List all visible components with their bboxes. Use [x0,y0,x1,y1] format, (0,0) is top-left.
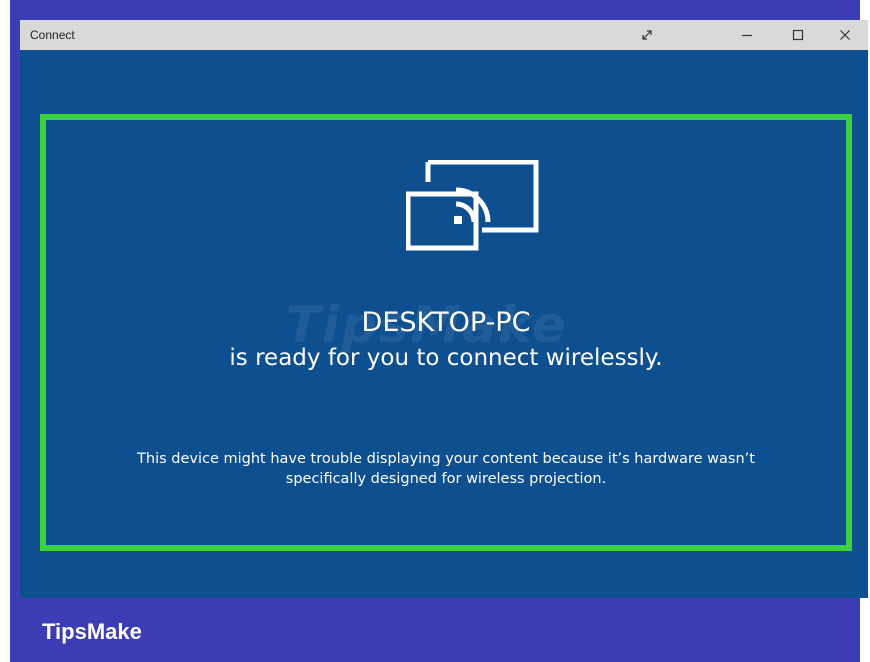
close-icon [840,30,850,40]
expand-button[interactable] [624,20,670,50]
maximize-button[interactable] [775,20,821,50]
maximize-icon [792,29,804,41]
status-message: is ready for you to connect wirelessly. [229,345,663,371]
window-title: Connect [30,28,75,42]
warning-line-1: This device might have trouble displayin… [137,451,755,467]
title-bar[interactable]: Connect [20,20,868,50]
highlight-frame: TipsMake DESKTOP-PC is ready for you to … [40,114,852,551]
warning-line-2: specifically designed for wireless proje… [285,471,607,487]
expand-icon [642,30,652,40]
hardware-warning: This device might have trouble displayin… [86,449,806,489]
brand-logo: TipsMake [42,619,142,644]
device-name: DESKTOP-PC [361,307,531,338]
wireless-projection-icon [406,160,539,251]
connect-window: Connect TipsMake DESKTOP-PC is ready for… [20,20,868,598]
minimize-icon [742,34,752,37]
close-button[interactable] [822,20,868,50]
minimize-button[interactable] [724,20,770,50]
